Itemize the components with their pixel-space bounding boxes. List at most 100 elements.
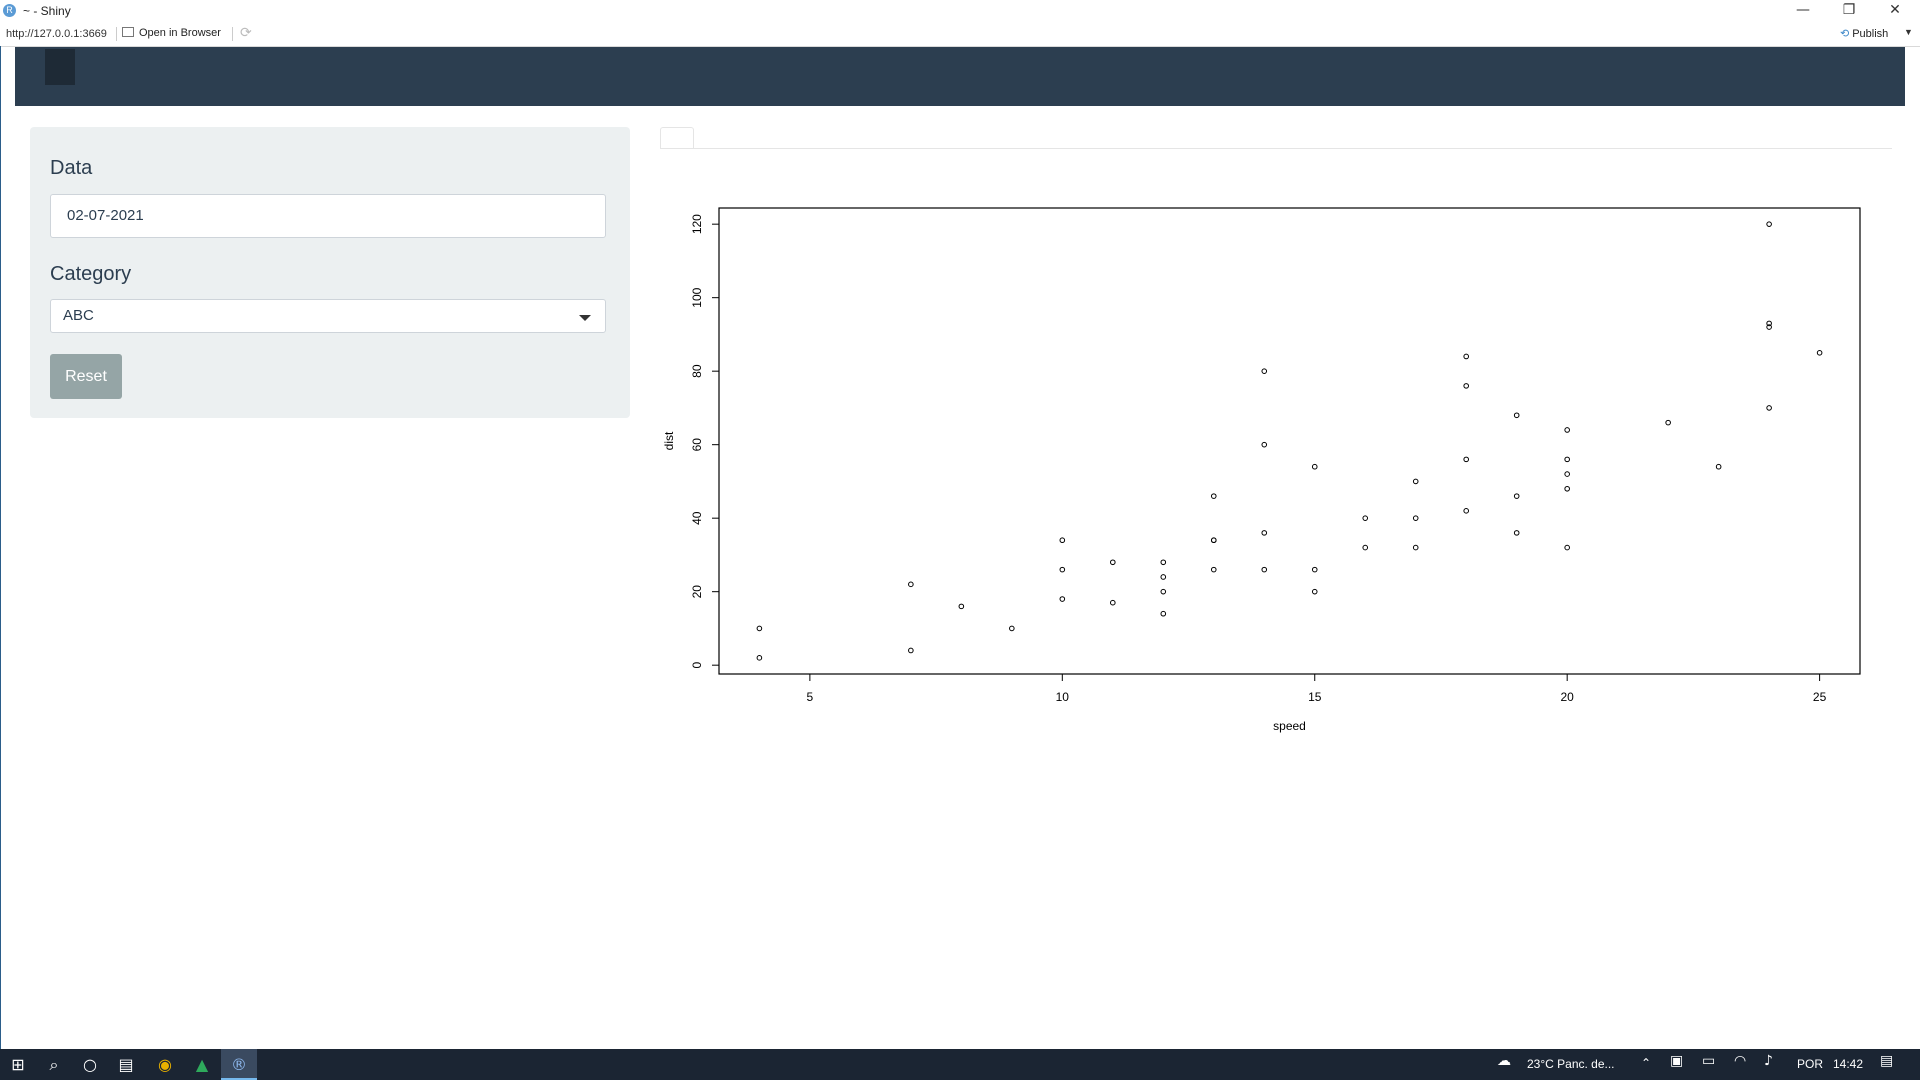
data-point — [1362, 515, 1369, 521]
data-point — [1564, 544, 1570, 551]
wifi-icon[interactable]: ◠ — [1734, 1053, 1746, 1069]
publish-icon: ⟲ — [1840, 27, 1850, 40]
data-point — [1261, 368, 1268, 374]
windows-start-icon[interactable]: ⊞ — [0, 1049, 36, 1080]
data-point — [1412, 478, 1419, 485]
scatter-plot-svg: 5 10 15 20 25 0 20 40 60 80 100 120 speed dist — [662, 207, 1861, 733]
data-point — [1513, 493, 1520, 499]
rstudio-app-icon: R — [3, 4, 16, 17]
data-point — [1564, 456, 1570, 463]
chevron-down-icon — [579, 315, 591, 321]
data-point — [756, 655, 763, 661]
publish-dropdown-icon[interactable]: ▼ — [1904, 27, 1913, 37]
data-point — [1463, 456, 1470, 463]
meet-now-icon[interactable]: ▣ — [1670, 1053, 1683, 1069]
data-point — [1463, 353, 1470, 360]
data-point — [1210, 493, 1217, 499]
data-point — [1210, 537, 1217, 544]
y-tick-label: 20 — [690, 585, 704, 599]
data-point — [1109, 559, 1116, 566]
y-tick-label: 40 — [690, 511, 704, 525]
date-label: Data — [50, 157, 93, 179]
weather-text[interactable]: 23°C Panc. de... — [1527, 1057, 1615, 1071]
chrome-icon[interactable]: ◉ — [147, 1049, 183, 1080]
app-navbar — [15, 47, 1905, 106]
data-point — [1513, 412, 1520, 419]
publish-button[interactable]: ⟲ Publish — [1840, 27, 1888, 40]
data-point — [1816, 349, 1823, 356]
date-input[interactable]: 02-07-2021 — [50, 194, 606, 238]
data-point — [1463, 508, 1470, 514]
data-point — [1160, 610, 1167, 617]
windows-taskbar: ⊞ ⌕ ○ ▤ ◉ ▲ ® ☁ 23°C Panc. de... ⌃ ▣ ▭ ◠… — [0, 1049, 1920, 1080]
refresh-icon[interactable]: ⟳ — [240, 25, 252, 41]
data-point — [1261, 530, 1268, 536]
data-point — [1009, 625, 1015, 632]
x-tick-label: 20 — [1560, 690, 1574, 704]
tab-plot[interactable] — [660, 127, 694, 149]
restore-button[interactable]: ❐ — [1826, 0, 1872, 22]
data-point — [1564, 427, 1570, 433]
data-point — [1059, 566, 1066, 573]
data-point — [1311, 588, 1318, 595]
publish-label: Publish — [1852, 28, 1889, 40]
y-tick-label: 120 — [690, 214, 704, 234]
sidebar-panel: Data 02-07-2021 Category ABC Reset — [30, 127, 630, 418]
data-point — [1311, 566, 1318, 573]
rstudio-icon[interactable]: ® — [221, 1049, 257, 1080]
y-tick-label: 80 — [690, 364, 704, 378]
task-view-icon[interactable]: ▤ — [108, 1049, 144, 1080]
minimize-button[interactable]: — — [1780, 0, 1826, 22]
x-tick-label: 10 — [1056, 690, 1070, 704]
data-point — [1109, 599, 1116, 606]
google-drive-icon[interactable]: ▲ — [184, 1049, 220, 1080]
category-selected-value: ABC — [63, 307, 94, 324]
x-tick-label: 5 — [807, 690, 814, 704]
open-in-browser-label: Open in Browser — [139, 27, 221, 39]
notifications-icon[interactable]: ▤ — [1880, 1053, 1893, 1069]
data-point — [1160, 574, 1167, 580]
window-title: ~ - Shiny — [23, 4, 71, 18]
battery-icon[interactable]: ▭ — [1702, 1053, 1715, 1069]
data-point — [1160, 559, 1167, 566]
clock[interactable]: 14:42 — [1833, 1057, 1863, 1071]
cortana-icon[interactable]: ○ — [72, 1049, 108, 1080]
data-point — [1412, 544, 1419, 551]
scatter-plot: 5 10 15 20 25 0 20 40 60 80 100 120 speed dist — [660, 200, 1892, 745]
data-point — [1564, 485, 1570, 492]
data-point — [1564, 471, 1570, 477]
navbar-brand[interactable] — [45, 49, 75, 85]
data-point — [1261, 566, 1268, 573]
plot-frame — [718, 207, 1861, 675]
data-point — [1261, 441, 1268, 448]
data-point — [1059, 596, 1066, 602]
language-indicator[interactable]: POR — [1797, 1057, 1823, 1071]
y-axis-label: dist — [662, 431, 676, 450]
reset-button[interactable]: Reset — [50, 354, 122, 399]
data-point — [1766, 405, 1772, 411]
x-tick-label: 15 — [1308, 690, 1322, 704]
viewer-toolbar: http://127.0.0.1:3669 Open in Browser ⟳ … — [0, 22, 1920, 47]
chevron-up-icon[interactable]: ⌃ — [1641, 1056, 1651, 1070]
weather-icon[interactable]: ☁ — [1497, 1053, 1511, 1069]
y-tick-label: 0 — [690, 662, 704, 669]
browser-window-icon — [122, 27, 134, 37]
data-point — [1311, 463, 1318, 470]
category-select[interactable]: ABC — [50, 299, 606, 333]
open-in-browser-button[interactable]: Open in Browser — [122, 27, 221, 39]
data-point — [1463, 383, 1470, 389]
data-point — [1766, 221, 1772, 227]
toolbar-divider — [232, 27, 233, 41]
toolbar-divider — [116, 27, 117, 41]
x-tick-label: 25 — [1813, 690, 1827, 704]
y-tick-label: 100 — [690, 287, 704, 307]
search-icon[interactable]: ⌕ — [36, 1049, 72, 1080]
category-label: Category — [50, 263, 132, 285]
tab-divider — [660, 148, 1892, 149]
data-point — [908, 581, 914, 588]
data-point — [1665, 419, 1671, 426]
data-point — [1362, 544, 1369, 551]
volume-icon[interactable]: ♪ — [1764, 1053, 1773, 1069]
data-point — [958, 603, 965, 610]
close-button[interactable]: ✕ — [1872, 0, 1918, 22]
